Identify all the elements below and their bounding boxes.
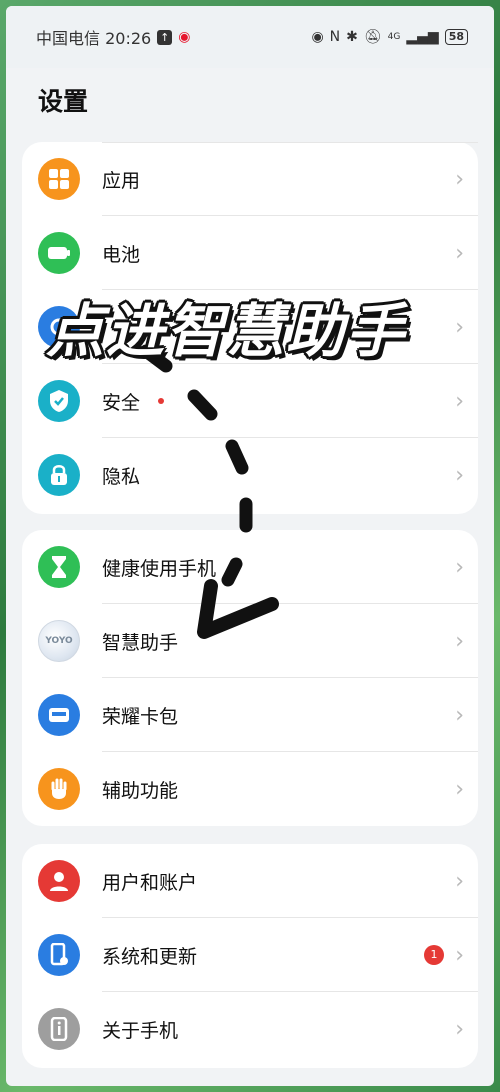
tutorial-caption: 点进智慧助手 xyxy=(46,297,407,365)
settings-item-label: 应用 xyxy=(102,169,141,192)
carrier-time: 中国电信 20:26 xyxy=(36,29,152,48)
settings-item-label: 健康使用手机 xyxy=(102,557,217,580)
nfc-icon: N xyxy=(329,29,341,45)
chevron-right-icon: › xyxy=(455,628,464,654)
page-title: 设置 xyxy=(38,87,89,116)
settings-item-system-update[interactable]: 系统和更新 1 › xyxy=(22,918,478,992)
mute-icon: 🔕︎ xyxy=(363,29,382,45)
settings-item-label: 电池 xyxy=(102,243,141,266)
upload-icon: ↑ xyxy=(157,29,173,45)
wallet-icon xyxy=(38,694,80,736)
chevron-right-icon: › xyxy=(455,462,464,488)
chevron-right-icon: › xyxy=(455,776,464,802)
settings-item-label: 系统和更新 xyxy=(102,945,198,968)
chevron-right-icon: › xyxy=(455,388,464,414)
chevron-right-icon: › xyxy=(455,1016,464,1042)
battery-icon: 58 xyxy=(444,29,468,45)
bluetooth-icon: ✱ xyxy=(346,29,358,45)
settings-item-smart-assistant[interactable]: YOYO 智慧助手 › xyxy=(22,604,478,678)
settings-item-label: 荣耀卡包 xyxy=(102,705,179,728)
settings-item-privacy[interactable]: 隐私 › xyxy=(22,438,478,512)
status-bar-left: 中国电信 20:26 ↑ ◉ xyxy=(36,25,190,49)
settings-screen: 中国电信 20:26 ↑ ◉ ◉ N ✱ 🔕︎ 4G ▂▄▆ 58 设置 应用 … xyxy=(6,6,494,1086)
settings-item-label: 辅助功能 xyxy=(102,779,179,802)
settings-item-battery[interactable]: 电池 › xyxy=(22,216,478,290)
settings-item-about-phone[interactable]: 关于手机 › xyxy=(22,992,478,1066)
settings-item-label: 安全 xyxy=(102,391,141,414)
hourglass-icon xyxy=(38,546,80,588)
chevron-right-icon: › xyxy=(455,868,464,894)
settings-group-2: 健康使用手机 › YOYO 智慧助手 › 荣耀卡包 › 辅助功能 › xyxy=(22,530,478,826)
settings-item-label: 隐私 xyxy=(102,465,141,488)
phone-gear-icon xyxy=(38,934,80,976)
apps-icon xyxy=(38,158,80,200)
hand-icon xyxy=(38,768,80,810)
status-bar-right: ◉ N ✱ 🔕︎ 4G ▂▄▆ 58 xyxy=(311,29,468,45)
yoyo-icon-text: YOYO xyxy=(45,636,73,646)
shield-icon xyxy=(38,380,80,422)
status-bar: 中国电信 20:26 ↑ ◉ ◉ N ✱ 🔕︎ 4G ▂▄▆ 58 xyxy=(6,6,494,68)
chevron-right-icon: › xyxy=(455,314,464,340)
chevron-right-icon: › xyxy=(455,702,464,728)
settings-item-digital-balance[interactable]: 健康使用手机 › xyxy=(22,530,478,604)
settings-item-wallet[interactable]: 荣耀卡包 › xyxy=(22,678,478,752)
signal-icon: ▂▄▆ xyxy=(406,29,439,45)
network-type: 4G xyxy=(387,32,401,42)
yoyo-icon: YOYO xyxy=(38,620,80,662)
user-icon xyxy=(38,860,80,902)
settings-group-3: 用户和账户 › 系统和更新 1 › 关于手机 › xyxy=(22,844,478,1068)
chevron-right-icon: › xyxy=(455,942,464,968)
chevron-right-icon: › xyxy=(455,166,464,192)
lock-icon xyxy=(38,454,80,496)
settings-item-apps[interactable]: 应用 › xyxy=(22,142,478,216)
settings-item-accessibility[interactable]: 辅助功能 › xyxy=(22,752,478,826)
update-badge: 1 xyxy=(424,945,444,965)
settings-item-label: 关于手机 xyxy=(102,1019,179,1042)
battery-icon xyxy=(38,232,80,274)
settings-item-label: 智慧助手 xyxy=(102,631,179,654)
weibo-icon: ◉ xyxy=(178,29,191,45)
settings-item-security[interactable]: 安全 › xyxy=(22,364,478,438)
settings-item-label: 用户和账户 xyxy=(102,871,198,894)
info-phone-icon xyxy=(38,1008,80,1050)
settings-item-users-accounts[interactable]: 用户和账户 › xyxy=(22,844,478,918)
eye-icon: ◉ xyxy=(311,29,324,45)
notification-dot xyxy=(158,398,164,404)
chevron-right-icon: › xyxy=(455,240,464,266)
chevron-right-icon: › xyxy=(455,554,464,580)
